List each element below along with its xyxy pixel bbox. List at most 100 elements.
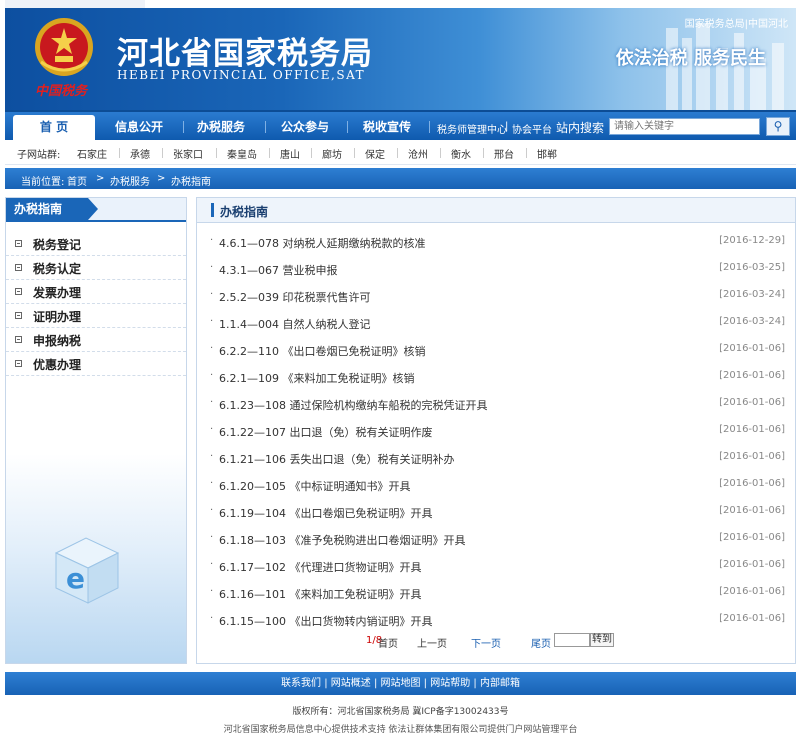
pagination: 1/8 首页 上一页 下一页 尾页 转到 <box>197 632 795 652</box>
sidebar-item-tax-registration[interactable]: 税务登记 <box>6 232 186 256</box>
list-item-title[interactable]: 6.1.23—108 通过保险机构缴纳车船税的完税凭证开具 <box>219 397 487 413</box>
subsite-label: 子网站群: <box>17 150 61 161</box>
list-item[interactable]: · 6.2.1—109 《来料加工免税证明》核销 [2016-01-06] <box>197 363 795 389</box>
nav-tax-promotion[interactable]: 税收宣传 <box>363 118 411 135</box>
list-item-title[interactable]: 6.1.15—100 《出口货物转内销证明》开具 <box>219 613 432 629</box>
list-item-title[interactable]: 4.6.1—078 对纳税人延期缴纳税款的核准 <box>219 235 425 251</box>
nav-home[interactable]: 首 页 <box>13 115 95 142</box>
subsite-link[interactable]: 承德 <box>130 146 150 161</box>
list-item-title[interactable]: 1.1.4—004 自然人纳税人登记 <box>219 316 370 332</box>
list-item[interactable]: · 6.1.20—105 《中标证明通知书》开具 [2016-01-06] <box>197 471 795 497</box>
list-item[interactable]: · 6.1.15—100 《出口货物转内销证明》开具 [2016-01-06] <box>197 606 795 632</box>
footer-links[interactable]: 联系我们 | 网站概述 | 网站地图 | 网站帮助 | 内部邮箱 <box>5 672 796 695</box>
sidebar-item-certificate[interactable]: 证明办理 <box>6 304 186 328</box>
subsite-bar: 子网站群: 石家庄 承德 张家口 秦皇岛 唐山 廊坊 保定 沧州 衡水 邢台 邯… <box>5 140 796 165</box>
subsite-link[interactable]: 邯郸 <box>537 146 557 161</box>
subsite-separator <box>216 148 217 158</box>
breadcrumb-current[interactable]: 办税指南 <box>171 173 211 188</box>
bullet-icon: · <box>210 586 214 597</box>
list-item-date: [2016-01-06] <box>719 478 785 489</box>
list-item[interactable]: · 6.1.23—108 通过保险机构缴纳车船税的完税凭证开具 [2016-01-0… <box>197 390 795 416</box>
breadcrumb-home[interactable]: 首页 <box>67 173 87 188</box>
bullet-icon: · <box>210 451 214 462</box>
sidebar-item-invoice[interactable]: 发票办理 <box>6 280 186 304</box>
sidebar-title: 办税指南 <box>6 198 98 220</box>
nav-tax-service[interactable]: 办税服务 <box>197 118 245 135</box>
nav-info-public[interactable]: 信息公开 <box>115 118 163 135</box>
sidebar: 办税指南 税务登记 税务认定 发票办理 证明办理 申报纳税 优惠办理 e <box>5 197 187 664</box>
top-links[interactable]: 国家税务总局|中国河北 <box>685 15 788 30</box>
nav-link-divider: | <box>505 121 509 132</box>
nav-public-participation[interactable]: 公众参与 <box>281 118 329 135</box>
sidebar-item-label: 税务登记 <box>33 238 82 252</box>
breadcrumb-separator: > <box>157 173 166 184</box>
go-button[interactable]: 转到 <box>590 633 614 647</box>
main-title: 办税指南 <box>220 205 269 219</box>
list-item[interactable]: · 6.1.19—104 《出口卷烟已免税证明》开具 [2016-01-06] <box>197 498 795 524</box>
page-number-input[interactable] <box>554 633 590 647</box>
list-item-title[interactable]: 4.3.1—067 营业税申报 <box>219 262 337 278</box>
list-item-title[interactable]: 6.2.1—109 《来料加工免税证明》核销 <box>219 370 414 386</box>
prev-page-link[interactable]: 上一页 <box>417 635 447 650</box>
list-item-title[interactable]: 2.5.2—039 印花税票代售许可 <box>219 289 370 305</box>
list-item-title[interactable]: 6.1.19—104 《出口卷烟已免税证明》开具 <box>219 505 432 521</box>
last-page-link[interactable]: 尾页 <box>531 635 551 650</box>
breadcrumb-tax-service[interactable]: 办税服务 <box>110 173 150 188</box>
next-page-link[interactable]: 下一页 <box>471 635 501 650</box>
list-item-title[interactable]: 6.1.20—105 《中标证明通知书》开具 <box>219 478 410 494</box>
main-header: 办税指南 <box>197 198 795 223</box>
list-item-title[interactable]: 6.1.18—103 《准予免税购进出口卷烟证明》开具 <box>219 532 465 548</box>
subsite-separator <box>483 148 484 158</box>
sidebar-item-label: 申报纳税 <box>33 334 82 348</box>
svg-text:e: e <box>66 562 85 595</box>
bullet-icon: · <box>210 235 214 246</box>
list-item[interactable]: · 6.1.22—107 出口退（免）税有关证明作废 [2016-01-06] <box>197 417 795 443</box>
sidebar-item-preferential[interactable]: 优惠办理 <box>6 352 186 376</box>
list-item-date: [2016-01-06] <box>719 343 785 354</box>
list-item[interactable]: · 6.1.21—106 丢失出口退（免）税有关证明补办 [2016-01-06] <box>197 444 795 470</box>
list-item[interactable]: · 6.1.17—102 《代理进口货物证明》开具 [2016-01-06] <box>197 552 795 578</box>
list-item[interactable]: · 6.1.16—101 《来料加工免税证明》开具 [2016-01-06] <box>197 579 795 605</box>
list-item-title[interactable]: 6.2.2—110 《出口卷烟已免税证明》核销 <box>219 343 425 359</box>
subsite-link[interactable]: 石家庄 <box>77 146 107 161</box>
nav-tax-agent-center[interactable]: 税务师管理中心 <box>437 121 507 136</box>
sidebar-item-label: 发票办理 <box>33 286 82 300</box>
list-item-title[interactable]: 6.1.22—107 出口退（免）税有关证明作废 <box>219 424 432 440</box>
subsite-link[interactable]: 秦皇岛 <box>227 146 257 161</box>
list-item[interactable]: · 4.3.1—067 营业税申报 [2016-03-25] <box>197 255 795 281</box>
list-item-date: [2016-01-06] <box>719 613 785 624</box>
list-item[interactable]: · 4.6.1—078 对纳税人延期缴纳税款的核准 [2016-12-29] <box>197 228 795 254</box>
nav-association-platform[interactable]: 协会平台 <box>512 121 552 136</box>
list-item[interactable]: · 2.5.2—039 印花税票代售许可 [2016-03-24] <box>197 282 795 308</box>
first-page-link[interactable]: 首页 <box>378 635 398 650</box>
list-item[interactable]: · 1.1.4—004 自然人纳税人登记 [2016-03-24] <box>197 309 795 335</box>
sidebar-item-tax-recognition[interactable]: 税务认定 <box>6 256 186 280</box>
breadcrumb-prefix: 当前位置: <box>21 177 65 188</box>
collapse-icon <box>15 240 22 247</box>
subsite-separator <box>354 148 355 158</box>
bullet-icon: · <box>210 289 214 300</box>
sidebar-item-tax-filing[interactable]: 申报纳税 <box>6 328 186 352</box>
list-item[interactable]: · 6.1.18—103 《准予免税购进出口卷烟证明》开具 [2016-01-06] <box>197 525 795 551</box>
subsite-link[interactable]: 保定 <box>365 146 385 161</box>
slogan: 依法治税 服务民生 <box>615 48 766 69</box>
subsite-link[interactable]: 廊坊 <box>322 146 342 161</box>
list-item-title[interactable]: 6.1.17—102 《代理进口货物证明》开具 <box>219 559 421 575</box>
subsite-link[interactable]: 衡水 <box>451 146 471 161</box>
bullet-icon: · <box>210 316 214 327</box>
subsite-separator <box>269 148 270 158</box>
list-item-title[interactable]: 6.1.16—101 《来料加工免税证明》开具 <box>219 586 421 602</box>
list-item[interactable]: · 6.2.2—110 《出口卷烟已免税证明》核销 [2016-01-06] <box>197 336 795 362</box>
subsite-link[interactable]: 沧州 <box>408 146 428 161</box>
collapse-icon <box>15 360 22 367</box>
search-icon: ⚲ <box>773 119 783 133</box>
subsite-link[interactable]: 张家口 <box>173 146 203 161</box>
search-button[interactable]: ⚲ <box>766 117 790 136</box>
subsite-separator <box>440 148 441 158</box>
list-item-title[interactable]: 6.1.21—106 丢失出口退（免）税有关证明补办 <box>219 451 454 467</box>
list-item-date: [2016-01-06] <box>719 424 785 435</box>
subsite-link[interactable]: 邢台 <box>494 146 514 161</box>
search-input[interactable] <box>609 118 760 135</box>
subsite-link[interactable]: 唐山 <box>280 146 300 161</box>
e-cube-decoration-icon: e <box>54 537 120 604</box>
